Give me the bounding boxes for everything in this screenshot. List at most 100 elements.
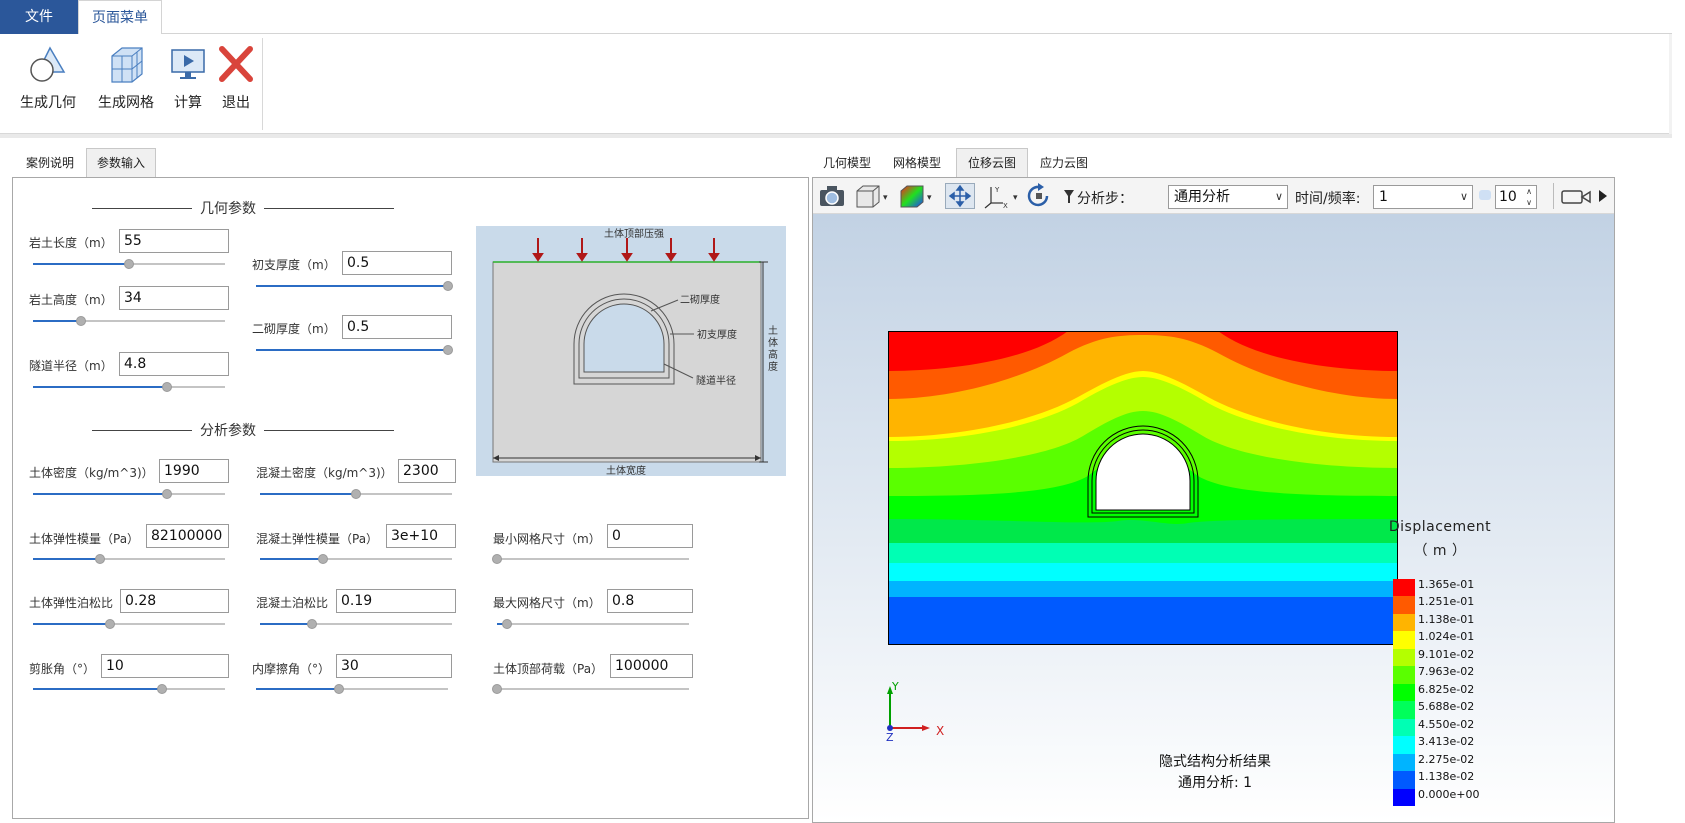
rotate-refresh-icon[interactable] <box>1025 183 1055 209</box>
menu-tab-page[interactable]: 页面菜单 <box>78 0 162 35</box>
analysis-step-value: 通用分析 <box>1174 189 1230 205</box>
schematic-drawing <box>492 238 768 463</box>
exit-button[interactable]: 退出 <box>214 44 258 112</box>
compute-button[interactable]: 计算 <box>166 44 210 112</box>
slider-thumb[interactable] <box>104 619 115 629</box>
legend-swatch <box>1393 648 1415 667</box>
axes-orientation-icon[interactable]: Y X ▾ <box>981 183 1021 210</box>
legend-swatch <box>1393 613 1415 632</box>
concrete-density-input[interactable]: 2300 <box>398 459 456 483</box>
axis-z-label: Z <box>886 731 894 744</box>
secondary-lining-input[interactable]: 0.5 <box>342 315 452 339</box>
video-record-icon[interactable] <box>1559 183 1593 209</box>
result-caption-step: 通用分析: 1 <box>1177 775 1253 791</box>
menu-tab-file[interactable]: 文件 <box>0 0 78 34</box>
concrete-poisson-input[interactable]: 0.19 <box>336 589 456 613</box>
soil-length-input[interactable]: 55 <box>119 229 229 253</box>
friction-angle-slider[interactable] <box>256 684 448 694</box>
concrete-modulus-input[interactable]: 3e+10 <box>386 524 456 548</box>
diagram-soil-height-label: 土体高度 <box>768 326 778 373</box>
color-map-icon[interactable]: ▾ <box>897 183 937 209</box>
camera-icon[interactable] <box>818 183 848 209</box>
tunnel-radius-slider[interactable] <box>33 382 225 392</box>
tab-case-description[interactable]: 案例说明 <box>18 151 82 176</box>
generate-geometry-button[interactable]: 生成几何 <box>16 44 80 112</box>
diagram-soil-width-label: 土体宽度 <box>606 466 646 477</box>
soil-density-slider[interactable] <box>33 489 225 499</box>
tab-geometry-model[interactable]: 几何模型 <box>818 151 876 176</box>
slider-thumb[interactable] <box>492 554 502 564</box>
secondary-lining-slider[interactable] <box>256 345 453 355</box>
window-scrollbar[interactable] <box>1672 0 1685 823</box>
tab-displacement-contour[interactable]: 位移云图 <box>956 148 1028 177</box>
max-mesh-size-input[interactable]: 0.8 <box>607 589 693 613</box>
overflow-icon[interactable] <box>1597 183 1609 209</box>
frame-count-spinner[interactable]: 10 ∧ ∨ <box>1495 185 1537 209</box>
slider-fill <box>260 623 312 625</box>
primary-support-slider[interactable] <box>256 281 453 291</box>
max-mesh-size-slider[interactable] <box>497 619 689 629</box>
soil-poisson-input[interactable]: 0.28 <box>120 589 229 613</box>
soil-modulus-input[interactable]: 82100000 <box>146 524 229 548</box>
analysis-section-title: 分析参数 <box>92 420 394 440</box>
soil-length-slider[interactable] <box>33 259 225 269</box>
ribbon-separator <box>262 38 263 130</box>
dilation-angle-slider[interactable] <box>33 684 225 694</box>
concrete-density-slider[interactable] <box>260 489 452 499</box>
tab-mesh-model[interactable]: 网格模型 <box>888 151 946 176</box>
view-cube-icon[interactable]: ▾ <box>853 183 893 209</box>
slider-thumb[interactable] <box>443 345 453 355</box>
slider-thumb[interactable] <box>156 684 167 694</box>
concrete-poisson-slider[interactable] <box>260 619 452 629</box>
friction-angle-input[interactable]: 30 <box>336 654 452 678</box>
generate-mesh-button[interactable]: 生成网格 <box>94 44 158 112</box>
slider-thumb[interactable] <box>76 316 86 326</box>
param-label: 内摩擦角（°） <box>252 662 331 676</box>
chevron-down-icon: ∨ <box>1459 190 1468 203</box>
soil-poisson-slider[interactable] <box>33 619 225 629</box>
param-label: 最小网格尺寸（m） <box>493 532 601 546</box>
slider-thumb[interactable] <box>162 382 173 392</box>
soil-height-slider[interactable] <box>33 316 225 326</box>
analysis-step-select[interactable]: 通用分析 ∨ <box>1168 185 1288 209</box>
tab-stress-contour[interactable]: 应力云图 <box>1034 151 1094 176</box>
concrete-modulus-slider[interactable] <box>260 554 452 564</box>
param-label: 岩土高度（m） <box>29 293 113 307</box>
frame-slider-icon[interactable] <box>1479 190 1491 200</box>
tunnel-schematic: 土体顶部压强 二砌厚度 初支厚度 隧道半径 土体高度 土体宽度 <box>476 226 786 477</box>
pan-icon[interactable] <box>945 183 975 209</box>
dilation-angle-input[interactable]: 10 <box>101 654 229 678</box>
slider-thumb[interactable] <box>443 281 453 291</box>
slider-fill <box>33 688 162 690</box>
slider-thumb[interactable] <box>492 684 502 694</box>
soil-height-input[interactable]: 34 <box>119 286 229 310</box>
time-frequency-select[interactable]: 1 ∨ <box>1373 185 1473 209</box>
tab-parameter-input[interactable]: 参数输入 <box>86 148 156 177</box>
min-mesh-size-input[interactable]: 0 <box>607 524 693 548</box>
time-frequency-label: 时间/频率: <box>1295 191 1361 207</box>
svg-text:Y: Y <box>994 186 1000 194</box>
soil-modulus-slider[interactable] <box>33 554 225 564</box>
soil-density-input[interactable]: 1990 <box>159 459 229 483</box>
top-load-input[interactable]: 100000 <box>610 654 693 678</box>
slider-thumb[interactable] <box>318 554 329 564</box>
min-mesh-size-slider[interactable] <box>492 554 689 564</box>
slider-thumb[interactable] <box>333 684 344 694</box>
slider-thumb[interactable] <box>95 554 106 564</box>
compute-label: 计算 <box>174 95 202 111</box>
slider-thumb[interactable] <box>351 489 361 499</box>
ribbon-toolbar: 生成几何 生成网格 计算 退出 <box>0 34 1685 134</box>
slider-thumb[interactable] <box>124 259 134 269</box>
legend-value: 9.101e-02 <box>1418 647 1475 661</box>
primary-support-input[interactable]: 0.5 <box>342 251 452 275</box>
top-load-slider[interactable] <box>492 684 689 694</box>
legend-value: 0.000e+00 <box>1418 787 1480 801</box>
legend-value: 2.275e-02 <box>1418 752 1475 766</box>
svg-text:▾: ▾ <box>883 193 888 203</box>
slider-thumb[interactable] <box>306 619 317 629</box>
slider-thumb[interactable] <box>501 619 512 629</box>
slider-thumb[interactable] <box>162 489 173 499</box>
slider-fill <box>33 320 81 322</box>
legend-color-bar <box>1393 579 1415 807</box>
tunnel-radius-input[interactable]: 4.8 <box>119 352 229 376</box>
